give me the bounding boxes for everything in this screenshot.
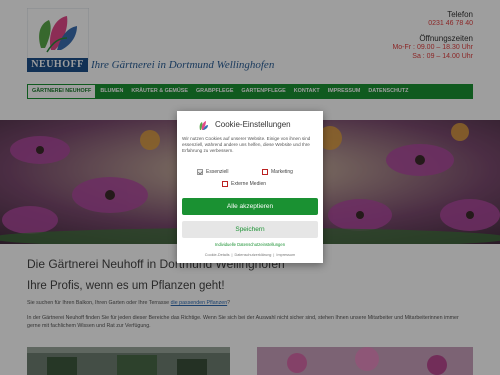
cookie-details-link[interactable]: Cookie-Details xyxy=(203,253,232,257)
essential-label: Essenziell xyxy=(206,169,229,175)
marketing-label: Marketing xyxy=(271,169,293,175)
cookie-dialog: Cookie-Einstellungen Wir nutzen Cookies … xyxy=(177,111,323,263)
option-essential[interactable]: Essenziell xyxy=(197,169,229,175)
individual-settings-link[interactable]: Individuelle Datenschutzeinstellungen xyxy=(177,242,323,247)
essential-checkbox[interactable] xyxy=(197,169,203,175)
option-marketing[interactable]: Marketing xyxy=(262,169,293,175)
cookie-dialog-title: Cookie-Einstellungen xyxy=(215,120,291,129)
option-external-media[interactable]: Externe Medien xyxy=(222,181,266,187)
cookie-footer: Cookie-Details | Datenschutzerklärung | Impr… xyxy=(203,253,297,257)
imprint-link[interactable]: Impressum xyxy=(274,253,297,257)
save-button[interactable]: Speichern xyxy=(182,221,318,238)
external-media-checkbox[interactable] xyxy=(222,181,228,187)
page: NEUHOFF Ihre Gärtnerei in Dortmund Welli… xyxy=(0,0,500,375)
external-media-label: Externe Medien xyxy=(231,181,267,187)
accept-all-button[interactable]: Alle akzeptieren xyxy=(182,198,318,215)
privacy-link[interactable]: Datenschutzerklärung xyxy=(232,253,273,257)
cookie-logo-icon xyxy=(197,119,209,131)
cookie-dialog-text: Wir nutzen Cookies auf unserer Website. … xyxy=(182,136,311,153)
marketing-checkbox[interactable] xyxy=(262,169,268,175)
